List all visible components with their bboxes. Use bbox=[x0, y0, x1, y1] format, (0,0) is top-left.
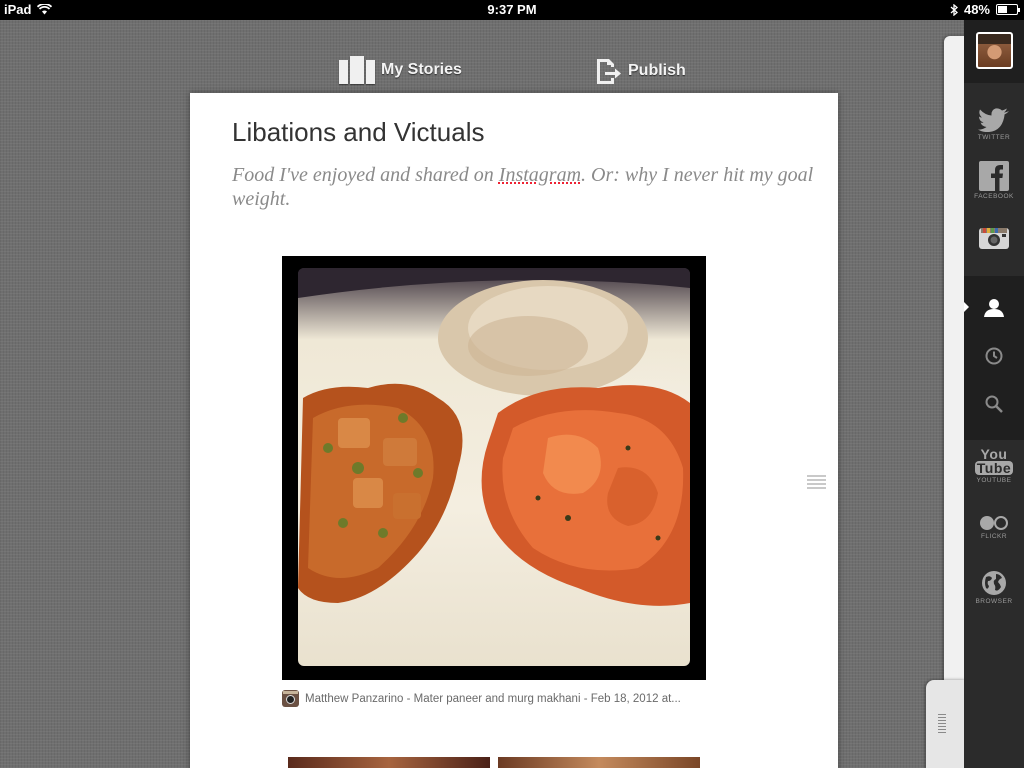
battery-fill bbox=[998, 6, 1007, 13]
battery-icon bbox=[996, 4, 1020, 15]
clock-icon bbox=[985, 347, 1003, 365]
photo-caption[interactable]: Matthew Panzarino - Mater paneer and mur… bbox=[282, 690, 681, 707]
next-photo-thumbnail[interactable] bbox=[288, 757, 490, 768]
youtube-logo-you: You bbox=[980, 446, 1008, 462]
sidebar-item-search[interactable] bbox=[964, 395, 1024, 413]
my-stories-label: My Stories bbox=[381, 61, 462, 78]
sidebar-item-label: Facebook bbox=[974, 193, 1014, 200]
food-photo bbox=[298, 268, 690, 666]
facebook-icon bbox=[979, 161, 1009, 191]
next-photo-thumbnail[interactable] bbox=[498, 757, 700, 768]
grip-icon bbox=[938, 714, 946, 735]
bluetooth-icon bbox=[950, 3, 958, 16]
battery-percent: 48% bbox=[963, 2, 990, 17]
food-illustration bbox=[298, 268, 690, 606]
sidebar-item-label: Browser bbox=[975, 598, 1013, 605]
photo-caption-text: Matthew Panzarino - Mater paneer and mur… bbox=[305, 692, 681, 705]
publish-button[interactable]: Publish bbox=[594, 56, 686, 86]
search-icon bbox=[985, 395, 1003, 413]
reorder-handle[interactable] bbox=[807, 475, 826, 491]
publish-icon bbox=[597, 59, 621, 84]
sidebar-item-profile[interactable] bbox=[964, 298, 1024, 318]
books-icon bbox=[339, 56, 375, 84]
youtube-logo-tube: Tube bbox=[974, 460, 1014, 476]
sidebar-item-youtube[interactable]: You Tube YouTube bbox=[964, 447, 1024, 484]
status-time: 9:37 PM bbox=[487, 2, 537, 17]
avatar[interactable] bbox=[976, 32, 1013, 69]
subtitle-text-start: Food I've enjoyed and shared on bbox=[232, 164, 499, 186]
sidebar-item-history[interactable] bbox=[964, 347, 1024, 365]
story-page: Libations and Victuals Food I've enjoyed… bbox=[190, 93, 838, 768]
sidebar-item-label: YouTube bbox=[976, 477, 1012, 484]
subtitle-misspelled-word: Instagram bbox=[498, 164, 582, 186]
source-sidebar: Twitter Facebook bbox=[964, 20, 1024, 768]
instagram-icon bbox=[979, 228, 1009, 249]
status-bar: iPad 9:37 PM 48% bbox=[0, 0, 1024, 20]
twitter-icon bbox=[978, 108, 1009, 132]
globe-icon bbox=[982, 571, 1006, 595]
my-stories-button[interactable]: My Stories bbox=[339, 56, 462, 84]
sidebar-item-label: Flickr bbox=[980, 533, 1008, 540]
sidebar-item-flickr[interactable]: Flickr bbox=[964, 515, 1024, 540]
story-photo[interactable] bbox=[282, 256, 706, 680]
story-title[interactable]: Libations and Victuals bbox=[232, 117, 484, 148]
status-right: 48% bbox=[950, 2, 1020, 17]
panel-pull-tab[interactable] bbox=[926, 680, 966, 768]
youtube-icon: You Tube bbox=[974, 446, 1014, 476]
story-subtitle[interactable]: Food I've enjoyed and shared on Instagra… bbox=[232, 163, 817, 211]
sidebar-item-twitter[interactable]: Twitter bbox=[964, 108, 1024, 141]
sidebar-item-browser[interactable]: Browser bbox=[964, 570, 1024, 605]
sidebar-item-instagram[interactable] bbox=[964, 225, 1024, 251]
flickr-icon bbox=[980, 516, 1008, 530]
sidebar-item-label: Twitter bbox=[977, 134, 1011, 141]
sidebar-item-facebook[interactable]: Facebook bbox=[964, 161, 1024, 200]
panel-edge bbox=[944, 36, 966, 768]
publish-label: Publish bbox=[628, 62, 686, 79]
instagram-icon bbox=[282, 690, 299, 707]
user-icon bbox=[984, 299, 1004, 317]
active-indicator-arrow bbox=[964, 302, 969, 312]
